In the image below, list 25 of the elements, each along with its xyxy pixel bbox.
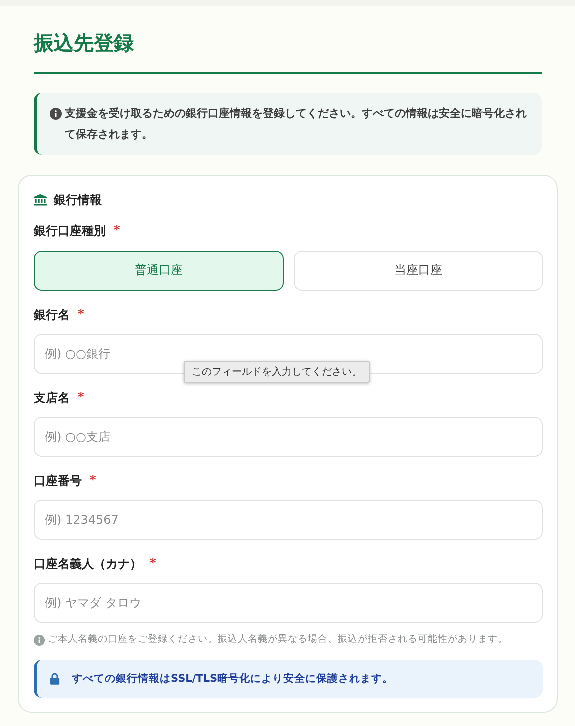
required-mark: * <box>78 306 84 322</box>
field-label: 銀行口座種別 <box>34 222 106 240</box>
field-label: 支店名 <box>34 390 70 406</box>
bank-icon <box>34 194 47 206</box>
validation-tooltip: このフィールドを入力してください。 <box>184 360 370 382</box>
account-type-option[interactable]: 普通口座 <box>34 250 284 290</box>
security-text: すべての銀行情報はSSL/TLS暗号化により安全に保護されます。 <box>72 672 394 686</box>
input-field[interactable]: 例) ○○支店 <box>34 416 543 456</box>
info-icon <box>34 634 45 646</box>
required-mark: * <box>114 222 120 238</box>
required-mark: * <box>78 390 84 406</box>
notice-text: 支援金を受け取るための銀行口座情報を登録してください。すべての情報は安全に暗号化されて保存されます。 <box>65 106 528 142</box>
field-label: 口座番号 <box>34 472 82 490</box>
required-mark: * <box>90 472 96 488</box>
section-heading: 銀行情報 <box>54 192 102 208</box>
field-label: 銀行名 <box>34 306 70 324</box>
page-title: 振込先登録 <box>34 30 135 57</box>
input-field[interactable]: 例) 1234567 <box>34 500 543 540</box>
required-mark: * <box>150 556 156 572</box>
lock-icon <box>50 672 60 684</box>
info-icon <box>50 108 62 120</box>
input-field[interactable]: 例) ヤマダ タロウ <box>34 582 543 622</box>
account-type-option[interactable]: 当座口座 <box>294 250 543 290</box>
field-label: 口座名義人（カナ） <box>34 556 142 572</box>
hint-text: ご本人名義の口座をご登録ください。振込人名義が異なる場合、振込が拒否される可能性があります。 <box>48 632 508 646</box>
